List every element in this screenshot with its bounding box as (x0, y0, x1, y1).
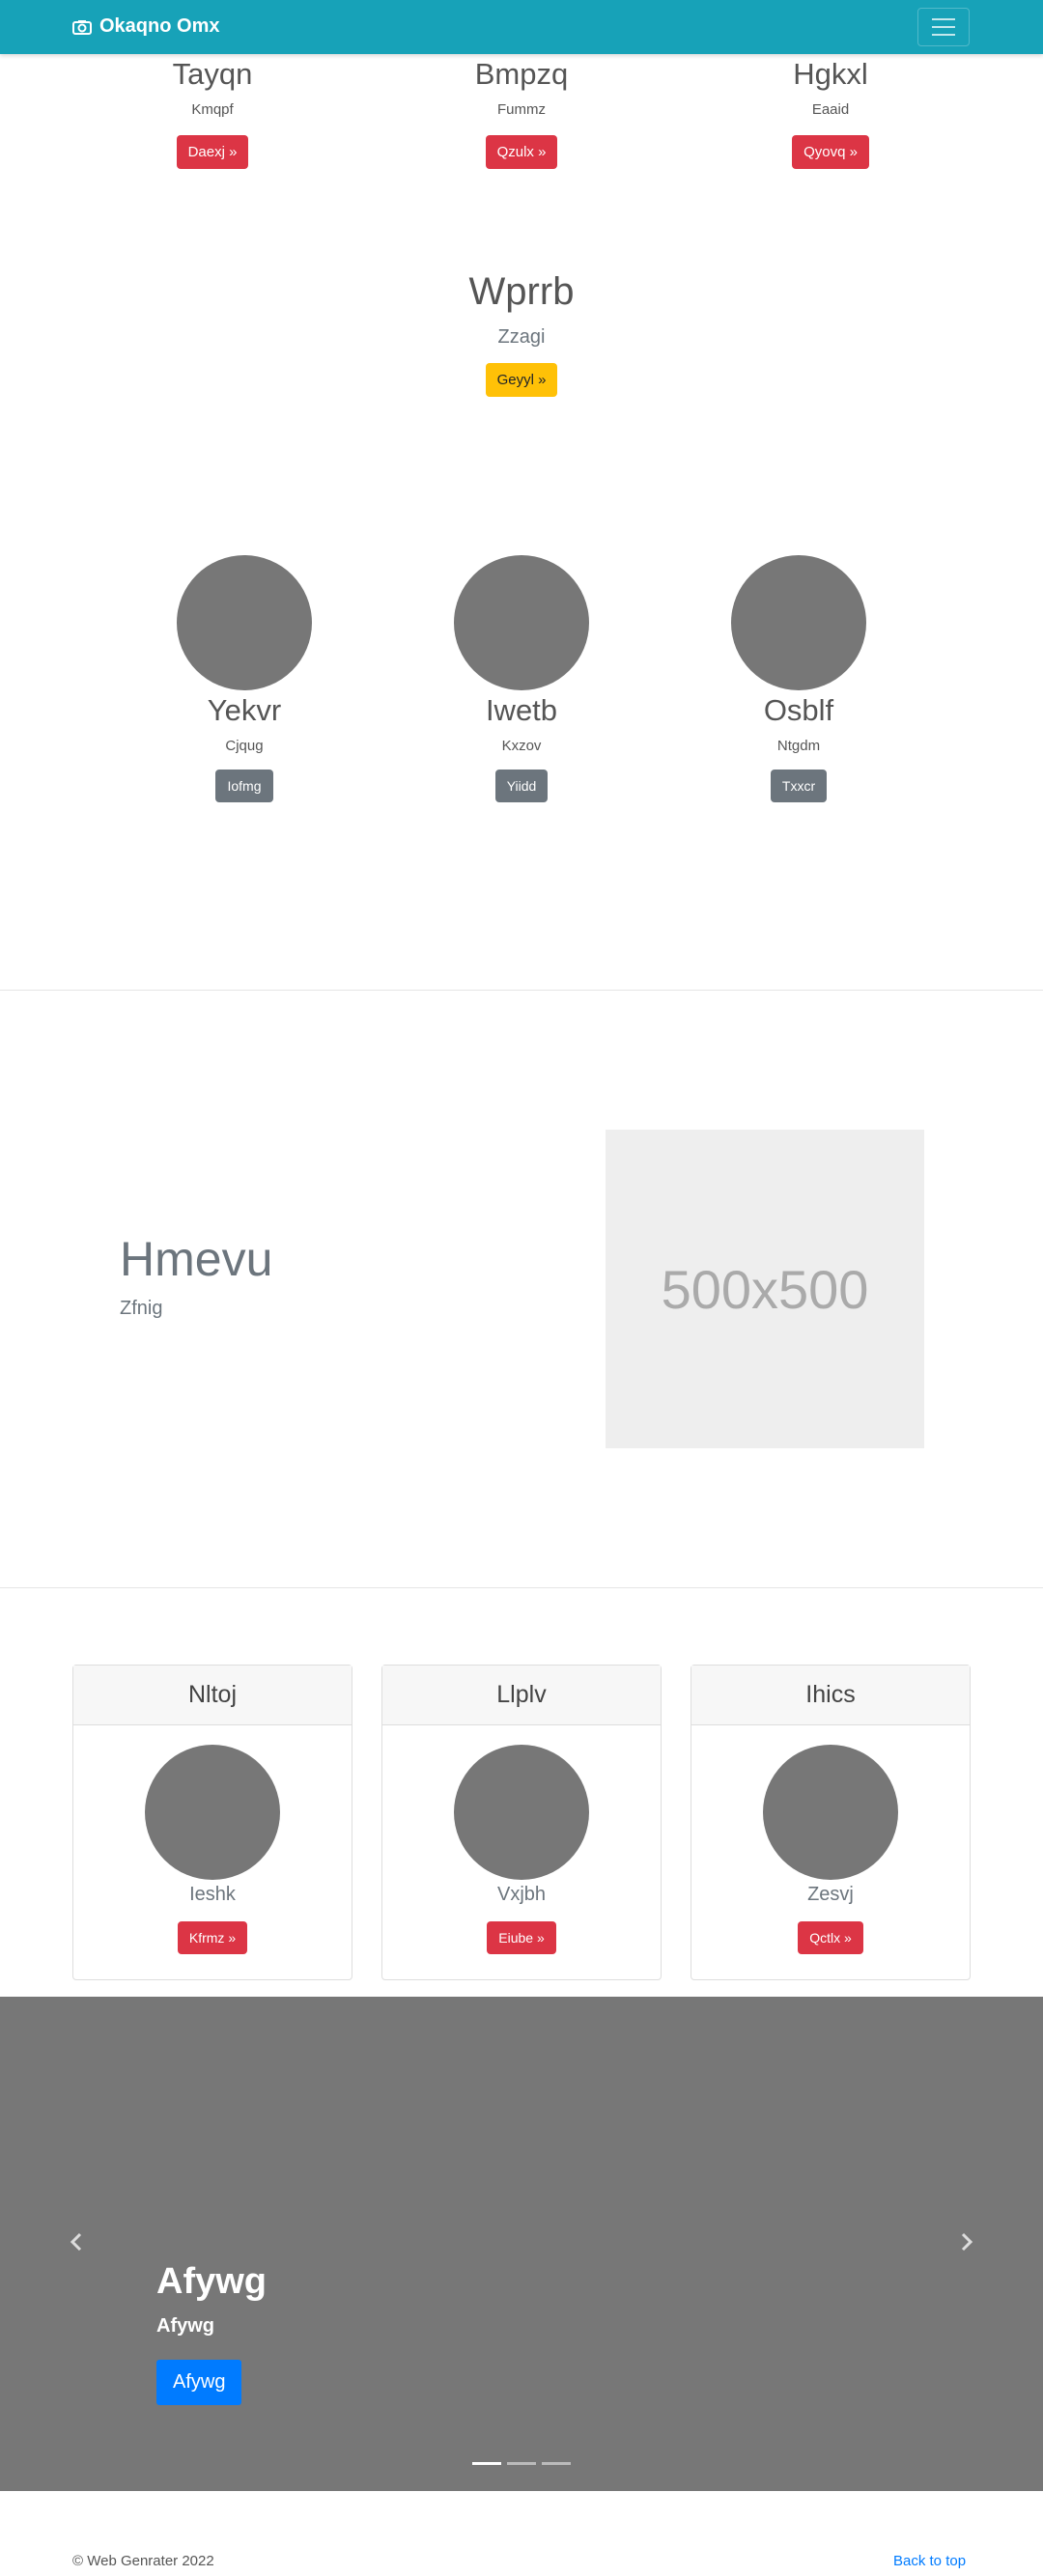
avatar-item-button[interactable]: Yiidd (494, 769, 549, 802)
avatar-item-title: Iwetb (485, 693, 558, 727)
card-header: Nltoj (73, 1666, 352, 1725)
card-avatar (454, 1745, 589, 1880)
card-2: Llplv Vxjbh Eiube » (381, 1665, 662, 1980)
section-divider (0, 1587, 1043, 1588)
hamburger-icon (932, 18, 955, 20)
center-title: Wprrb (468, 270, 575, 313)
avatar-item-title: Osblf (763, 693, 834, 727)
featurette-subheading: Zfnig (120, 1298, 163, 1319)
back-to-top-link[interactable]: Back to top (893, 2553, 966, 2569)
placeholder-image: 500x500 (606, 1130, 924, 1448)
avatar-item-title: Yekvr (207, 693, 282, 727)
top-item-2: Bmpzq Fummz Qzulx » (401, 56, 642, 169)
center-subtitle: Zzagi (497, 326, 546, 348)
carousel-indicator-2[interactable] (507, 2462, 536, 2465)
top-item-button[interactable]: Qyovq » (792, 134, 869, 169)
top-item-3: Hgkxl Eaaid Qyovq » (710, 56, 951, 169)
top-item-subtitle: Eaaid (811, 101, 850, 119)
avatar-item-2: Iwetb Kxzov Yiidd (415, 555, 628, 802)
card-button[interactable]: Kfrmz » (177, 1921, 248, 1954)
avatar-item-3: Osblf Ntgdm Txxcr (692, 555, 905, 802)
center-block: Wprrb Zzagi Geyyl » (377, 268, 666, 397)
top-item-subtitle: Kmqpf (191, 101, 234, 119)
card-avatar (145, 1745, 280, 1880)
card-avatar (763, 1745, 898, 1880)
avatar-item-subtitle: Kxzov (501, 738, 542, 755)
card-text: Vxjbh (496, 1884, 547, 1905)
top-item-button[interactable]: Qzulx » (485, 134, 558, 169)
footer-copyright: © Web Genrater 2022 (72, 2553, 214, 2569)
carousel-indicator-3[interactable] (542, 2462, 571, 2465)
card-header: Llplv (382, 1666, 661, 1725)
card-text: Ieshk (189, 1884, 236, 1905)
avatar-item-button[interactable]: Txxcr (770, 769, 828, 802)
carousel-next-icon[interactable] (960, 2232, 979, 2252)
carousel-caption-subtitle: Afywg (156, 2315, 214, 2337)
carousel-caption-title: Afywg (156, 2261, 267, 2302)
section-divider (0, 990, 1043, 991)
top-item-1: Tayqn Kmqpf Daexj » (92, 56, 333, 169)
card-3: Ihics Zesvj Qctlx » (691, 1665, 971, 1980)
carousel-indicators (472, 2462, 571, 2465)
brand-link[interactable]: Okaqno Omx (72, 15, 219, 38)
top-item-title: Bmpzq (474, 57, 569, 91)
top-item-subtitle: Fummz (497, 101, 546, 119)
center-button[interactable]: Geyyl » (485, 363, 558, 397)
top-item-title: Hgkxl (793, 57, 868, 91)
top-item-button[interactable]: Daexj » (176, 134, 249, 169)
carousel-prev-icon[interactable] (70, 2232, 89, 2252)
top-item-title: Tayqn (172, 57, 253, 91)
avatar (177, 555, 312, 690)
card-1: Nltoj Ieshk Kfrmz » (72, 1665, 352, 1980)
carousel: Afywg Afywg Afywg (0, 1997, 1043, 2491)
navbar: Okaqno Omx (0, 0, 1043, 54)
carousel-caption-button[interactable]: Afywg (156, 2360, 242, 2405)
avatar-item-button[interactable]: Iofmg (215, 769, 273, 802)
camera-icon (72, 19, 92, 35)
card-text: Zesvj (807, 1884, 854, 1905)
avatar (731, 555, 866, 690)
avatar-item-subtitle: Cjqug (225, 738, 264, 755)
avatar (454, 555, 589, 690)
avatar-item-subtitle: Ntgdm (776, 738, 821, 755)
card-header: Ihics (691, 1666, 970, 1725)
featurette-heading: Hmevu (120, 1232, 273, 1286)
card-button[interactable]: Qctlx » (798, 1921, 863, 1954)
menu-toggle-button[interactable] (917, 8, 970, 46)
brand-label: Okaqno Omx (99, 15, 220, 37)
carousel-indicator-1[interactable] (472, 2462, 501, 2465)
avatar-item-1: Yekvr Cjqug Iofmg (138, 555, 351, 802)
card-button[interactable]: Eiube » (487, 1921, 556, 1954)
